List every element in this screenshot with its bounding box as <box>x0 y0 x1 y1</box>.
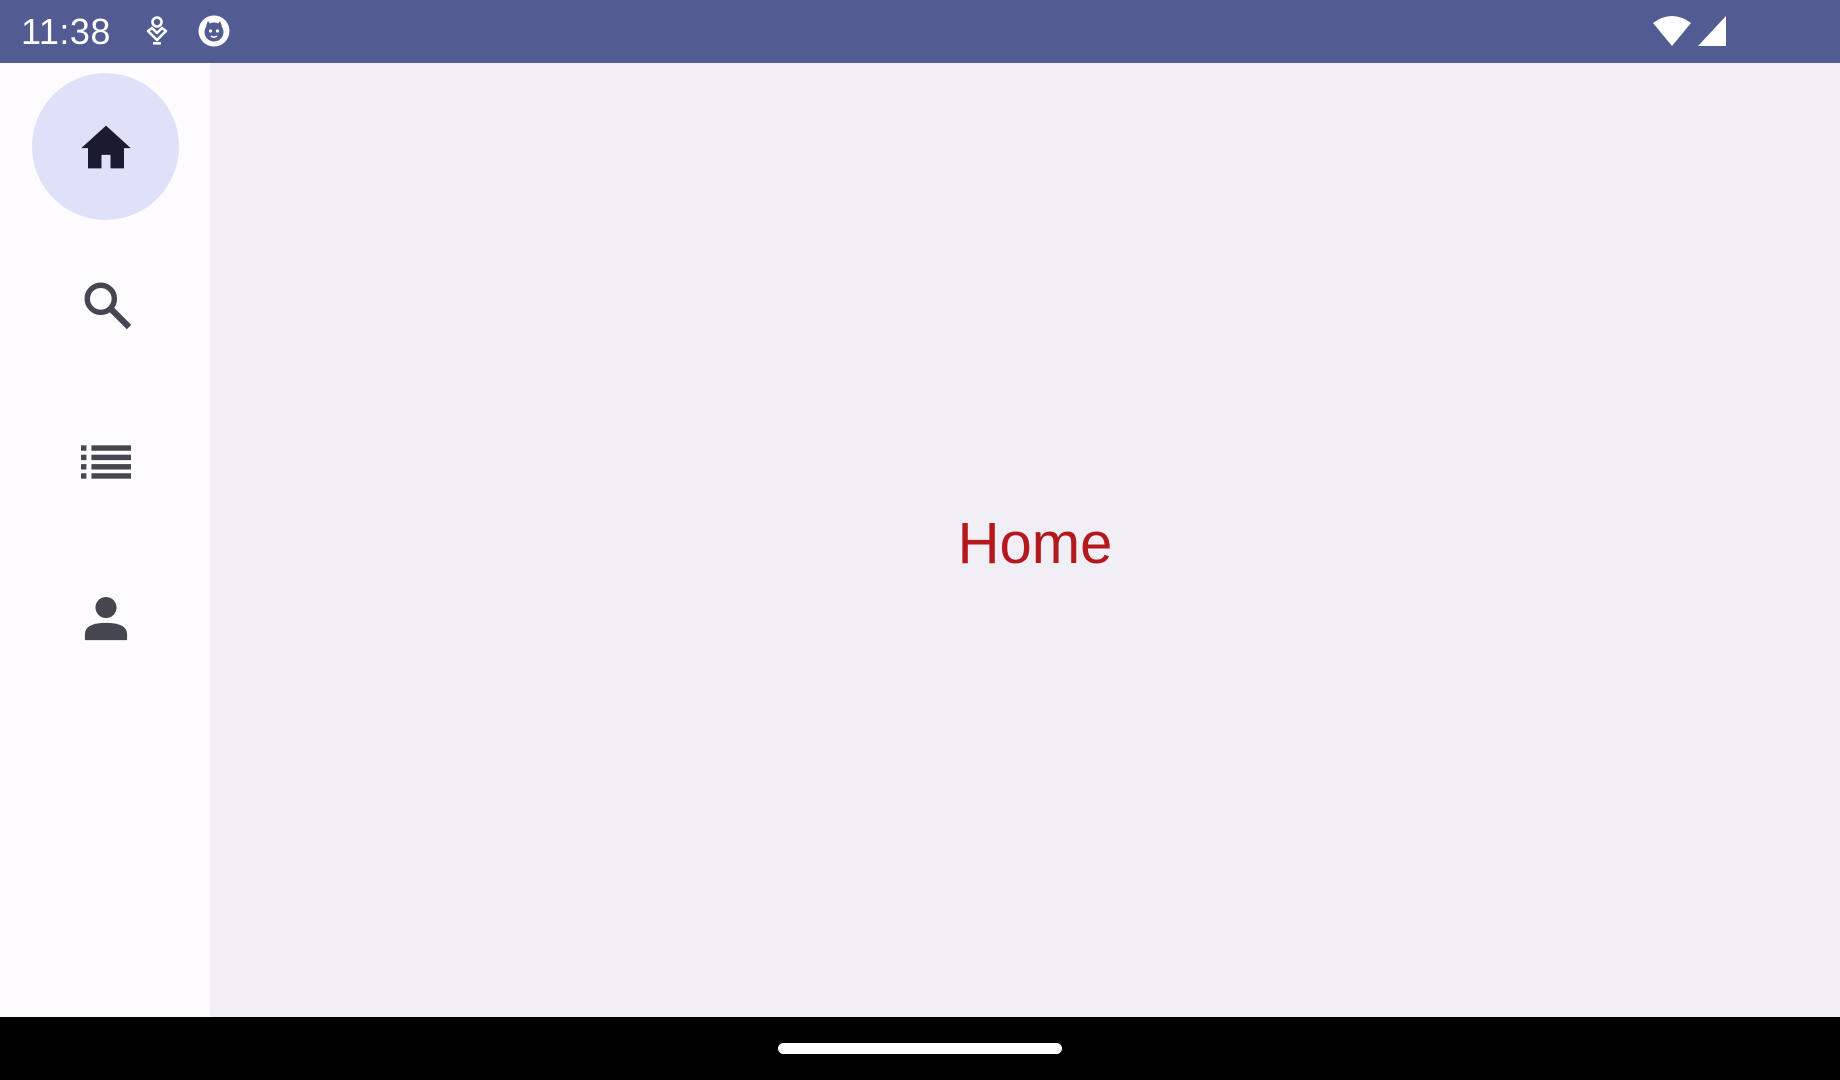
list-icon <box>80 444 131 479</box>
nav-item-profile[interactable] <box>32 545 179 692</box>
home-icon <box>80 125 131 168</box>
navigation-rail <box>0 63 210 1017</box>
device-screen: 11:38 Home <box>0 0 1840 1080</box>
wifi-icon <box>1653 16 1691 46</box>
person-icon <box>84 596 127 640</box>
app-face-icon <box>198 15 230 47</box>
status-bar: 11:38 <box>0 0 1840 63</box>
status-time: 11:38 <box>21 11 111 52</box>
cellular-signal-icon <box>1698 16 1726 46</box>
page-title: Home <box>957 511 1113 576</box>
nav-item-list[interactable] <box>32 388 179 535</box>
home-gesture-handle[interactable] <box>778 1043 1062 1054</box>
tracker-icon <box>146 16 168 45</box>
nav-item-home[interactable] <box>32 73 179 220</box>
nav-item-search[interactable] <box>32 230 179 377</box>
main-content: Home <box>210 63 1840 1017</box>
search-icon <box>84 282 131 329</box>
system-navigation-bar <box>0 1017 1840 1080</box>
